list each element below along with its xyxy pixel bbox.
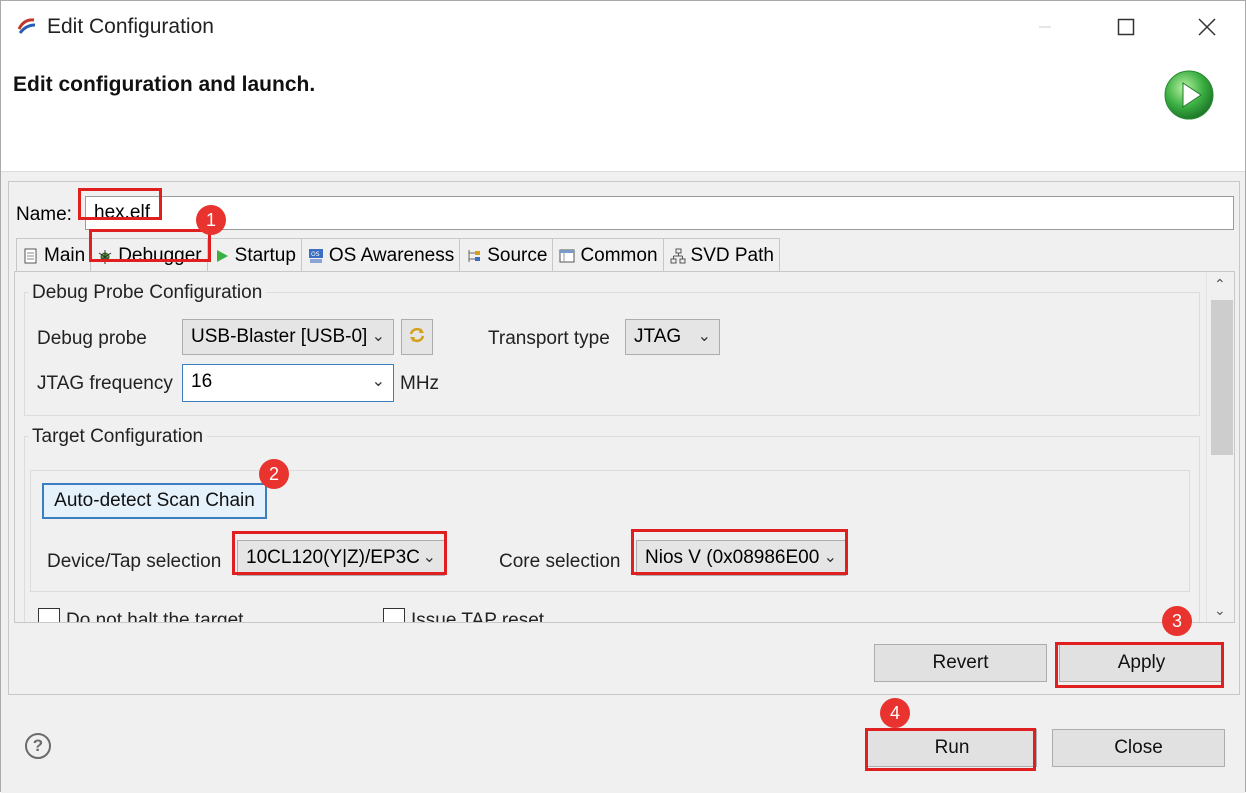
run-launch-icon [1164,70,1214,120]
close-button[interactable]: Close [1052,729,1225,767]
source-icon [468,249,481,262]
tab-label: Main [44,244,86,266]
tab-debugger[interactable]: Debugger [90,238,208,272]
core-selection-value: Nios V (0x08986E00 [645,547,820,568]
transport-type-value: JTAG [634,326,682,347]
bug-icon [98,249,112,264]
apply-button[interactable]: Apply [1059,644,1224,682]
core-selection-label: Core selection [499,551,621,572]
transport-type-label: Transport type [488,328,610,349]
edit-configuration-dialog: Edit Configuration Edit configuration an… [0,0,1246,793]
tab-label: Common [580,244,658,266]
transport-type-select[interactable]: JTAG ⌄ [625,319,720,355]
configuration-panel: Name: hex.elf Main Debugger Startup OS O… [8,181,1240,695]
jtag-frequency-label: JTAG frequency [37,373,173,394]
target-config-group-title: Target Configuration [28,426,208,448]
tab-bar: Main Debugger Startup OS OS Awareness So… [16,238,780,272]
device-tap-select[interactable]: 10CL120(Y|Z)/EP3C ⌄ [237,540,445,576]
common-icon [559,249,575,262]
play-icon [216,249,228,262]
tab-label: Source [487,244,548,266]
revert-button[interactable]: Revert [874,644,1047,682]
tab-label: Debugger [118,244,202,266]
jtag-frequency-select[interactable]: 16 ⌄ [182,364,394,402]
vertical-scrollbar[interactable]: ⌃ ⌄ [1206,272,1234,622]
tab-startup[interactable]: Startup [206,238,302,272]
chevron-down-icon: ⌄ [422,549,436,566]
refresh-icon [409,327,425,343]
scroll-thumb[interactable] [1211,300,1233,455]
title-bar: Edit Configuration [1,1,1245,55]
chevron-down-icon: ⌄ [697,328,711,345]
help-icon[interactable]: ? [25,733,51,759]
tab-label: OS Awareness [328,244,455,266]
chevron-down-icon: ⌄ [823,549,837,566]
do-not-halt-checkbox[interactable] [38,608,60,622]
window-title: Edit Configuration [47,15,214,38]
core-selection-select[interactable]: Nios V (0x08986E00 ⌄ [636,540,846,576]
scroll-down-icon[interactable]: ⌄ [1214,602,1226,619]
document-icon [24,248,37,263]
tab-main[interactable]: Main [16,238,92,272]
tab-label: Startup [234,244,296,266]
dialog-body: Name: hex.elf Main Debugger Startup OS O… [1,173,1245,793]
name-input[interactable]: hex.elf [85,196,1234,230]
svd-icon [670,248,686,263]
os-icon: OS [308,248,323,263]
close-window-button[interactable] [1185,9,1229,45]
tab-source[interactable]: Source [459,238,554,272]
step-marker-4: 4 [880,698,910,728]
issue-tap-reset-label: Issue TAP reset [411,610,545,623]
chevron-down-icon: ⌄ [371,328,385,345]
maximize-button[interactable] [1104,9,1148,45]
chevron-down-icon: ⌄ [371,373,385,390]
tab-common[interactable]: Common [552,238,664,272]
tab-svd-path[interactable]: SVD Path [662,238,780,272]
refresh-probe-button[interactable] [401,319,433,355]
step-marker-2: 2 [259,459,289,489]
device-tap-value: 10CL120(Y|Z)/EP3C [246,547,420,568]
close-icon [1198,18,1216,36]
dialog-header: Edit configuration and launch. [1,55,1245,172]
debug-probe-value: USB-Blaster [USB-0] [191,326,368,347]
step-marker-3: 3 [1162,606,1192,636]
header-title: Edit configuration and launch. [13,73,316,96]
tab-os-awareness[interactable]: OS OS Awareness [300,238,461,272]
issue-tap-reset-checkbox[interactable] [383,608,405,622]
debugger-tab-content: Debug Probe Configuration Debug probe US… [14,271,1235,623]
svg-text:OS: OS [311,251,320,258]
run-button[interactable]: Run [867,729,1037,767]
debug-probe-label: Debug probe [37,328,147,349]
scroll-up-icon[interactable]: ⌃ [1214,276,1226,293]
jtag-frequency-value: 16 [191,371,213,392]
do-not-halt-label: Do not halt the target [66,610,244,623]
minimize-button[interactable] [1023,9,1067,45]
minimize-icon [1039,26,1051,28]
debug-probe-group-title: Debug Probe Configuration [28,282,267,304]
jtag-frequency-unit: MHz [400,373,440,394]
debug-probe-select[interactable]: USB-Blaster [USB-0] ⌄ [182,319,394,355]
tab-label: SVD Path [690,244,774,266]
maximize-icon [1117,18,1135,36]
auto-detect-scan-chain-button[interactable]: Auto-detect Scan Chain [42,483,267,519]
name-label: Name: [16,204,72,225]
device-tap-label: Device/Tap selection [47,551,222,572]
step-marker-1: 1 [196,205,226,235]
app-logo-icon [17,18,36,34]
